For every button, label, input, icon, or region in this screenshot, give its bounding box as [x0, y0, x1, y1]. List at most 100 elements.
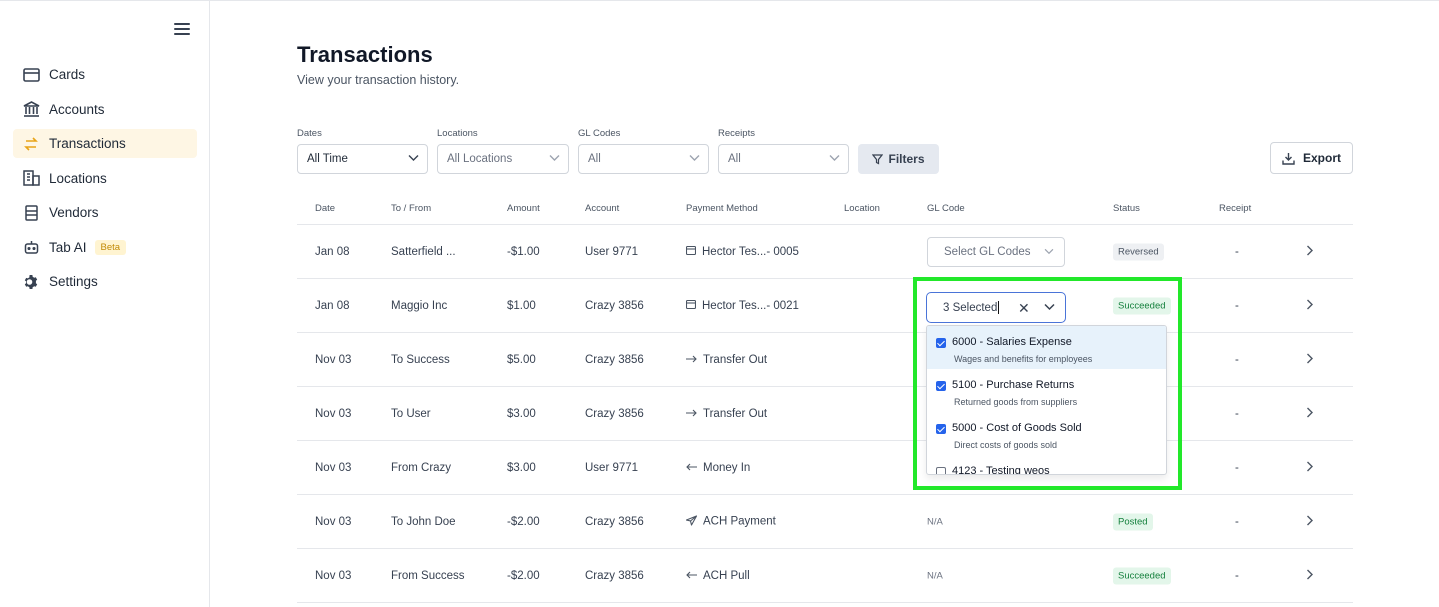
- filters-button-label: Filters: [888, 152, 925, 166]
- chevron-right-icon[interactable]: [1306, 353, 1313, 367]
- column-header-amount[interactable]: Amount: [507, 203, 540, 214]
- payment-method-label: Transfer Out: [703, 353, 768, 366]
- cell-payment-method: Money In: [686, 462, 750, 474]
- cell-receipt: -: [1235, 515, 1239, 528]
- column-header-location[interactable]: Location: [844, 203, 880, 214]
- column-header-status[interactable]: Status: [1113, 203, 1140, 214]
- cell-to-from: Maggio Inc: [391, 299, 448, 312]
- gl-option-desc: Direct costs of goods sold: [954, 440, 1058, 450]
- gl-code-multiselect-value: 3 Selected: [943, 301, 998, 314]
- sidebar-item-vendors[interactable]: Vendors: [13, 198, 197, 227]
- sidebar-item-cards[interactable]: Cards: [13, 60, 197, 89]
- cell-date: Nov 03: [315, 407, 352, 420]
- column-header-gl-code[interactable]: GL Code: [927, 203, 965, 214]
- arrow-right-icon: [686, 354, 697, 366]
- checkbox[interactable]: [936, 467, 946, 474]
- checkbox[interactable]: [936, 381, 946, 391]
- table-row[interactable]: Jan 08 Satterfield ... -$1.00 User 9771 Hect…: [297, 225, 1353, 279]
- dates-select[interactable]: All Time: [297, 144, 428, 174]
- table-row[interactable]: Nov 03 To User $3.00 Crazy 3856 Transfer Out…: [297, 387, 1353, 441]
- cell-receipt: -: [1235, 299, 1239, 312]
- cell-payment-method: Hector Tes...- 0005: [685, 245, 799, 258]
- payment-method-label: Transfer Out: [703, 407, 768, 420]
- sidebar-item-label: Accounts: [49, 101, 105, 117]
- cell-account: Crazy 3856: [585, 353, 644, 366]
- cell-account: Crazy 3856: [585, 407, 644, 420]
- gl-code-multiselect[interactable]: 3 Selected ✕: [926, 292, 1066, 323]
- column-header-date[interactable]: Date: [315, 203, 335, 214]
- locations-select[interactable]: All Locations: [437, 144, 569, 174]
- column-header-to-from[interactable]: To / From: [391, 203, 431, 214]
- sidebar-item-label: Tab AI: [49, 239, 87, 255]
- cell-payment-method: ACH Pull: [686, 570, 750, 582]
- sidebar-item-label: Transactions: [49, 136, 126, 151]
- gl-option[interactable]: 5100 - Purchase Returns Returned goods f…: [927, 369, 1166, 412]
- table-row[interactable]: Nov 03 From Success -$2.00 Crazy 3856 ACH Pu…: [297, 549, 1353, 603]
- sidebar: Cards Accounts Transactions Locations Ve…: [0, 0, 210, 607]
- cell-amount: $3.00: [507, 407, 536, 420]
- sidebar-nav: Cards Accounts Transactions Locations Ve…: [13, 60, 197, 302]
- chevron-down-icon: [549, 155, 560, 161]
- chevron-down-icon: [829, 155, 840, 161]
- page-subtitle: View your transaction history.: [297, 73, 460, 87]
- card-icon: [22, 66, 40, 84]
- status-badge: Reversed: [1113, 243, 1164, 260]
- gl-code-select[interactable]: Select GL Codes: [927, 237, 1065, 267]
- sidebar-item-transactions[interactable]: Transactions: [13, 129, 197, 158]
- cell-amount: -$2.00: [507, 569, 540, 582]
- table-row[interactable]: Nov 03 To Success $5.00 Crazy 3856 Transfer …: [297, 333, 1353, 387]
- chevron-right-icon[interactable]: [1306, 245, 1313, 259]
- chevron-right-icon[interactable]: [1306, 461, 1313, 475]
- export-button[interactable]: Export: [1270, 142, 1353, 174]
- sidebar-item-label: Cards: [49, 67, 86, 82]
- gl-option-desc: Wages and benefits for employees: [954, 354, 1093, 364]
- table-row[interactable]: Nov 03 From Crazy $3.00 User 9771 Money In -: [297, 441, 1353, 495]
- status-badge: Posted: [1113, 513, 1153, 530]
- column-header-account[interactable]: Account: [585, 203, 619, 214]
- cell-account: User 9771: [585, 461, 639, 474]
- sidebar-item-accounts[interactable]: Accounts: [13, 95, 197, 124]
- cell-status: Succeeded: [1113, 297, 1171, 314]
- checkbox[interactable]: [936, 338, 946, 348]
- text-cursor: [998, 301, 1000, 314]
- menu-toggle-icon[interactable]: [174, 23, 190, 37]
- sidebar-item-label: Locations: [49, 170, 107, 186]
- chevron-right-icon[interactable]: [1306, 569, 1313, 583]
- table-body: Jan 08 Satterfield ... -$1.00 User 9771 Hect…: [297, 225, 1353, 603]
- cell-date: Jan 08: [315, 299, 350, 312]
- cell-status: Posted: [1113, 513, 1153, 530]
- cell-to-from: To Success: [391, 353, 450, 366]
- receipts-select[interactable]: All: [718, 144, 849, 174]
- payment-method-label: ACH Payment: [703, 515, 776, 528]
- gl-option[interactable]: 4123 - Testing weos: [927, 455, 1166, 474]
- payment-method-label: Hector Tes...- 0021: [702, 299, 799, 312]
- download-icon: [1282, 152, 1295, 165]
- clear-icon[interactable]: ✕: [1018, 300, 1030, 317]
- sidebar-item-tab-ai[interactable]: Tab AI Beta: [13, 233, 197, 262]
- gl-option[interactable]: 5000 - Cost of Goods Sold Direct costs o…: [927, 412, 1166, 455]
- cell-amount: $5.00: [507, 353, 536, 366]
- dates-filter-label: Dates: [297, 128, 322, 139]
- cell-to-from: To John Doe: [391, 515, 456, 528]
- payment-method-label: Hector Tes...- 0005: [702, 245, 799, 258]
- gl-option-title: 5000 - Cost of Goods Sold: [952, 422, 1082, 434]
- column-header-receipt[interactable]: Receipt: [1219, 203, 1251, 214]
- gl-option[interactable]: 6000 - Salaries Expense Wages and benefi…: [927, 326, 1166, 369]
- sidebar-item-locations[interactable]: Locations: [13, 164, 197, 193]
- chevron-down-icon[interactable]: [1044, 303, 1055, 311]
- checkbox[interactable]: [936, 424, 946, 434]
- chevron-right-icon[interactable]: [1306, 299, 1313, 313]
- chevron-down-icon: [408, 155, 419, 161]
- chevron-right-icon[interactable]: [1306, 407, 1313, 421]
- cell-account: Crazy 3856: [585, 569, 644, 582]
- chevron-right-icon[interactable]: [1306, 515, 1313, 529]
- cell-payment-method: Hector Tes...- 0021: [685, 299, 799, 312]
- table-row[interactable]: Jan 08 Maggio Inc $1.00 Crazy 3856 Hector Te…: [297, 279, 1353, 333]
- sidebar-item-settings[interactable]: Settings: [13, 267, 197, 296]
- cell-amount: $3.00: [507, 461, 536, 474]
- column-header-payment-method[interactable]: Payment Method: [686, 203, 758, 214]
- table-row[interactable]: Nov 03 To John Doe -$2.00 Crazy 3856 ACH Pay…: [297, 495, 1353, 549]
- filters-button[interactable]: Filters: [858, 144, 939, 174]
- cell-date: Nov 03: [315, 569, 352, 582]
- gl-codes-select[interactable]: All: [578, 144, 709, 174]
